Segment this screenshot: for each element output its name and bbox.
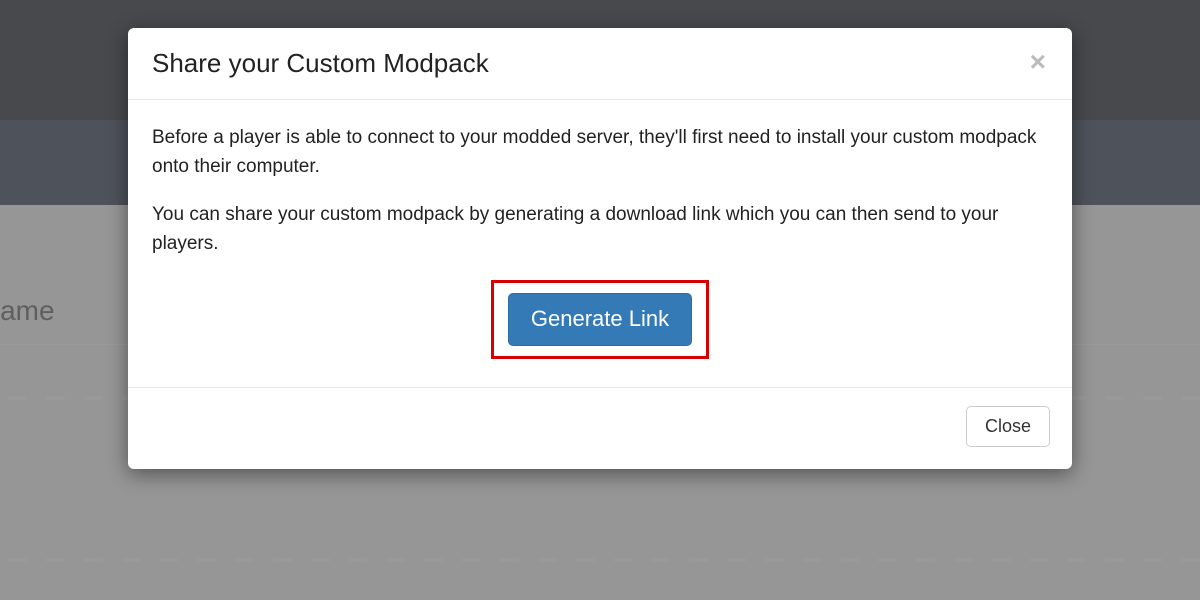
modal-header: Share your Custom Modpack × xyxy=(128,28,1072,100)
highlight-box: Generate Link xyxy=(491,280,709,358)
generate-link-button[interactable]: Generate Link xyxy=(508,293,692,345)
modal-title: Share your Custom Modpack xyxy=(152,48,489,79)
modal-paragraph-1: Before a player is able to connect to yo… xyxy=(152,124,1048,181)
share-modpack-modal: Share your Custom Modpack × Before a pla… xyxy=(128,28,1072,469)
close-button[interactable]: Close xyxy=(966,406,1050,447)
modal-paragraph-2: You can share your custom modpack by gen… xyxy=(152,201,1048,258)
generate-button-container: Generate Link xyxy=(152,280,1048,358)
modal-body: Before a player is able to connect to yo… xyxy=(128,100,1072,387)
background-dashes-2 xyxy=(0,558,1200,562)
modal-footer: Close xyxy=(128,388,1072,469)
background-partial-text: and game xyxy=(0,295,55,327)
close-icon[interactable]: × xyxy=(1026,48,1050,76)
